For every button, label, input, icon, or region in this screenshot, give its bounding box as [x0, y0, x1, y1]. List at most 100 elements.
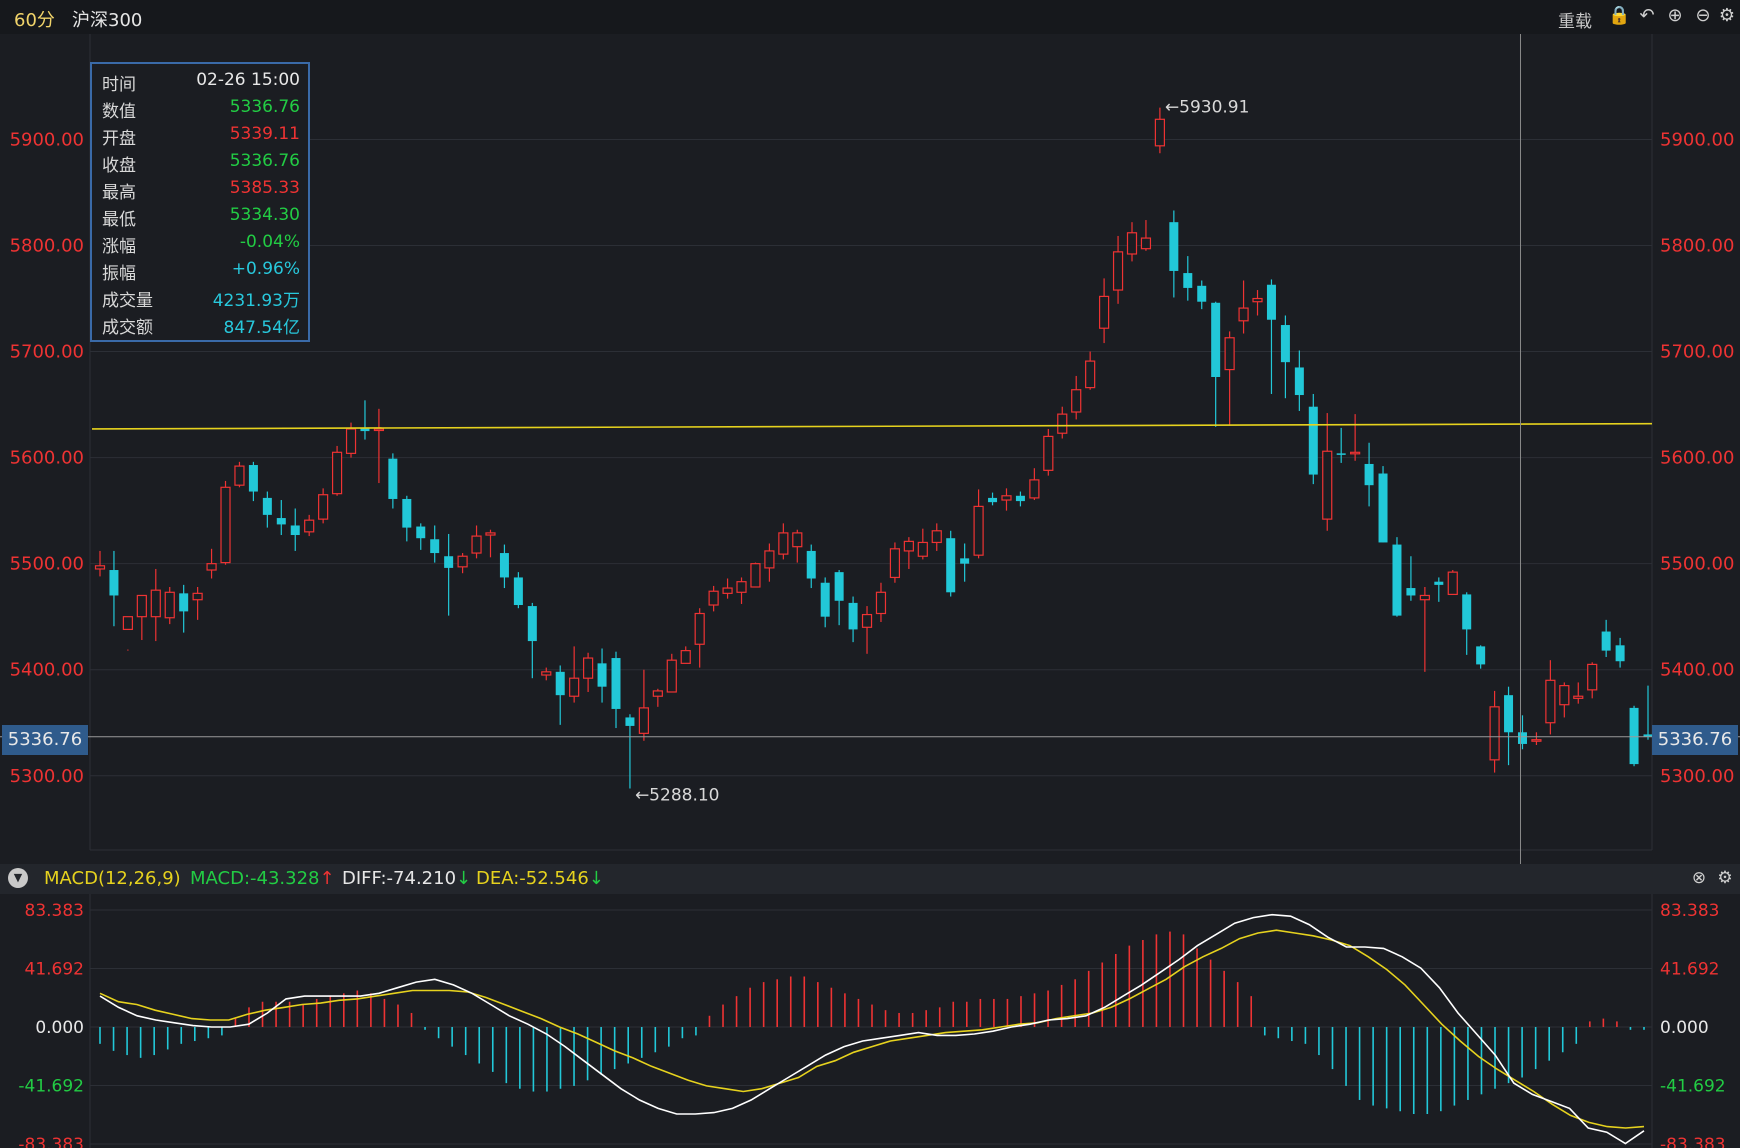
candle-body-up [1531, 739, 1542, 742]
candle-body-up [1252, 297, 1263, 303]
candle-body-up [192, 592, 203, 601]
candle-body-up [1057, 413, 1068, 434]
y-tick-label-left: 5600.00 [10, 448, 84, 469]
candle-body-up [1322, 450, 1333, 520]
macd-tick-right: -83.383 [1660, 1135, 1726, 1148]
candle-body-down [1406, 588, 1416, 596]
candle-body-down [1629, 707, 1639, 765]
info-label: 开盘 [102, 129, 136, 149]
candle-body-down [179, 593, 189, 612]
y-tick-label-right: 5800.00 [1660, 236, 1734, 257]
info-row: 收盘 5336.76 [102, 151, 300, 177]
info-value: +0.96% [231, 259, 300, 279]
candle-body-up [1043, 435, 1054, 471]
collapse-icon[interactable]: ▼ [8, 868, 28, 888]
info-value: 4231.93万 [212, 291, 300, 311]
candle-body-up [750, 563, 761, 588]
candle-body-down [1392, 544, 1402, 616]
candle-body-up [541, 671, 552, 676]
low-annotation: ←5288.10 [635, 785, 720, 805]
candle-body-down [248, 465, 258, 492]
current-price-right: 5336.76 [1652, 725, 1738, 755]
candle-body-down [109, 570, 119, 596]
macd-tick-left: -41.692 [18, 1077, 84, 1097]
diff-value: DIFF:-74.210↓ [342, 868, 472, 889]
reload-button[interactable]: 重载 [1558, 7, 1592, 32]
candle-body-up [304, 519, 315, 533]
info-label: 时间 [102, 75, 136, 95]
info-label: 成交量 [102, 291, 153, 311]
gear-icon[interactable]: ⚙ [1714, 867, 1736, 889]
macd-params: MACD(12,26,9) [44, 868, 181, 889]
candle-body-down [1169, 222, 1179, 271]
info-row: 涨幅 -0.04% [102, 232, 300, 258]
candle-body-up [1559, 685, 1570, 706]
macd-tick-right: 0.000 [1660, 1018, 1709, 1038]
candle-body-up [1447, 571, 1458, 596]
info-label: 数值 [102, 102, 136, 122]
candle-body-up [220, 486, 231, 564]
candle-body-down [1378, 473, 1388, 543]
info-label: 涨幅 [102, 237, 136, 257]
period-label[interactable]: 60分 [14, 6, 55, 32]
candle-body-down [416, 526, 426, 539]
candle-body-up [457, 555, 468, 568]
candle-body-down [555, 671, 565, 696]
candle-body-up [206, 563, 217, 571]
candle-body-down [597, 663, 607, 687]
y-tick-label-right: 5600.00 [1660, 448, 1734, 469]
macd-header: ▼ MACD(12,26,9) MACD:-43.328↑ DIFF:-74.2… [0, 864, 1740, 894]
candle-body-down [1434, 581, 1444, 585]
candle-body-down [1504, 695, 1514, 733]
info-value: 02-26 15:00 [196, 70, 300, 90]
candle-body-down [1266, 284, 1276, 320]
candle-body-up [318, 494, 329, 520]
candle-body-up [1099, 295, 1110, 329]
candle-body-up [1224, 337, 1235, 371]
candle-body-up [764, 550, 775, 569]
candle-body-up [889, 548, 901, 579]
chart-toolbar: 60分 沪深300 重载 🔒 ↶ ⊕ ⊖ ⚙ [0, 0, 1740, 35]
candle-body-up [583, 657, 594, 679]
macd-tick-right: -41.692 [1660, 1077, 1726, 1097]
candle-body-up [694, 612, 705, 645]
candle-body-down [290, 525, 300, 536]
y-tick-label-left: 5700.00 [10, 342, 84, 363]
info-label: 成交额 [102, 318, 153, 338]
close-icon[interactable]: ⊗ [1688, 867, 1710, 889]
zoom-in-icon[interactable]: ⊕ [1664, 5, 1686, 27]
info-row: 开盘 5339.11 [102, 124, 300, 150]
undo-icon[interactable]: ↶ [1636, 5, 1658, 27]
candle-body-down [988, 497, 998, 503]
y-tick-label-right: 5300.00 [1660, 766, 1734, 787]
candle-body-up [1489, 706, 1500, 761]
candle-body-up [485, 532, 496, 536]
lock-icon[interactable]: 🔒 [1608, 5, 1630, 27]
candle-body-down [820, 582, 830, 617]
y-tick-label-right: 5700.00 [1660, 342, 1734, 363]
info-value: 5336.76 [229, 151, 300, 171]
candle-body-down [1015, 495, 1025, 502]
candle-body-down [1308, 406, 1318, 475]
candle-body-down [1183, 273, 1193, 288]
y-tick-label-left: 5900.00 [10, 129, 84, 150]
macd-tick-right: 41.692 [1660, 959, 1719, 979]
candle-body-down [1364, 463, 1374, 486]
high-annotation: ←5930.91 [1165, 98, 1250, 118]
y-tick-label-left: 5300.00 [10, 766, 84, 787]
y-tick-label-left: 5500.00 [10, 554, 84, 575]
candle-body-up [1573, 695, 1584, 699]
candle-body-up [875, 591, 887, 615]
info-label: 最高 [102, 183, 136, 203]
candle-body-up [164, 591, 175, 619]
gear-icon[interactable]: ⚙ [1716, 5, 1738, 27]
candle-body-down [834, 572, 844, 601]
candle-body-down [430, 539, 440, 554]
candle-body-up [917, 541, 928, 557]
candle-body-up [1587, 663, 1598, 691]
macd-tick-right: 83.383 [1660, 901, 1719, 921]
y-tick-label-left: 5800.00 [10, 236, 84, 257]
info-value: 5339.11 [229, 124, 300, 144]
zoom-out-icon[interactable]: ⊖ [1692, 5, 1714, 27]
candle-body-down [611, 658, 621, 709]
